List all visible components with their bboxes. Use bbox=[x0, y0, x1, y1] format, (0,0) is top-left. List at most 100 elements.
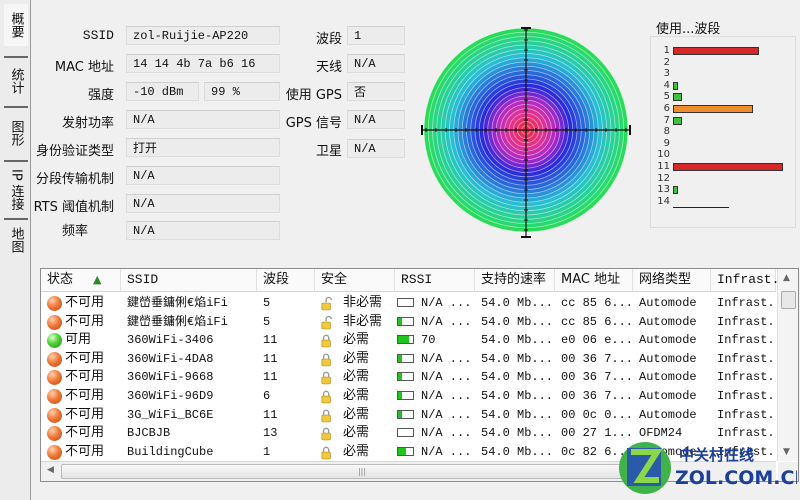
network-type-cell: Automode bbox=[639, 370, 697, 385]
lock-open-icon bbox=[321, 315, 332, 329]
infrastructure-cell: Infrast... bbox=[717, 333, 775, 348]
column-infrastructure[interactable]: Infrast... bbox=[711, 269, 795, 291]
status-unavailable-icon bbox=[47, 351, 62, 367]
signal-radar bbox=[421, 27, 631, 238]
table-row[interactable]: 不可用 鍵嵤垂鏞俐€焰iFi 5 非必需 N/A ... 54.0 Mb... cc 85 … bbox=[41, 294, 776, 313]
watermark-cn-text: 中关村在线 bbox=[679, 446, 754, 464]
lock-closed-icon bbox=[321, 390, 331, 404]
use-gps-label: 使用 GPS bbox=[285, 88, 342, 103]
infrastructure-cell: Infrast... bbox=[717, 296, 775, 310]
channel-field: 1 bbox=[347, 26, 405, 45]
channel-usage-bar bbox=[673, 47, 760, 55]
horizontal-scroll-thumb[interactable]: ||| bbox=[61, 464, 663, 479]
ssid-cell: BuildingCube bbox=[127, 444, 214, 459]
column-network-type[interactable]: 网络类型 bbox=[633, 269, 711, 291]
gps-signal-field: N/A bbox=[347, 110, 405, 129]
mac-label: MAC 地址 bbox=[54, 60, 114, 75]
antenna-label: 天线 bbox=[315, 60, 342, 75]
table-row[interactable]: 不可用 360WiFi-9668 11 必需 N/A ... 54.0 Mb... 00 3… bbox=[41, 368, 776, 387]
security-cell: 必需 bbox=[343, 443, 370, 459]
security-cell: 必需 bbox=[343, 350, 370, 366]
ssid-cell: 3G_WiFi_BC6E bbox=[127, 407, 214, 422]
table-row[interactable]: 可用 360WiFi-3406 11 必需 70 54.0 Mb... e0 06 e...… bbox=[41, 331, 776, 350]
channel-number: 14 bbox=[657, 195, 670, 207]
column-security[interactable]: 安全 bbox=[315, 269, 395, 291]
table-row[interactable]: 不可用 360WiFi-4DA8 11 必需 N/A ... 54.0 Mb... 00 3… bbox=[41, 350, 776, 369]
strength-percent-field: 99 % bbox=[204, 82, 280, 101]
rate-cell: 54.0 Mb... bbox=[481, 426, 553, 441]
tab-ip-connections[interactable]: IP 连接 bbox=[4, 160, 28, 218]
channel-baseline bbox=[673, 206, 729, 208]
signal-strength-icon bbox=[397, 353, 414, 363]
lock-open-icon bbox=[321, 296, 332, 311]
column-mac[interactable]: MAC 地址 bbox=[555, 269, 633, 291]
ssid-cell: 360WiFi-4DA8 bbox=[127, 351, 214, 366]
channel-number: 7 bbox=[663, 114, 670, 126]
tab-map[interactable]: 地图 bbox=[4, 218, 28, 260]
security-cell: 必需 bbox=[343, 406, 370, 422]
infrastructure-cell: Infrast... bbox=[717, 407, 775, 422]
table-row[interactable]: 不可用 3G_WiFi_BC6E 11 必需 N/A ... 54.0 Mb... 00 0… bbox=[41, 406, 776, 425]
signal-strength-icon bbox=[397, 316, 414, 326]
status-text: 不可用 bbox=[65, 388, 105, 403]
mac-cell: 00 36 7... bbox=[561, 389, 631, 403]
frequency-field: N/A bbox=[126, 221, 280, 240]
vertical-scrollbar[interactable]: ▲ ▼ bbox=[777, 269, 798, 461]
channel-cell: 11 bbox=[263, 407, 278, 422]
column-channel[interactable]: 波段 bbox=[257, 269, 315, 291]
ssid-cell: 鍵嵤垂鏞俐€焰iFi bbox=[127, 314, 228, 329]
mac-cell: e0 06 e... bbox=[561, 333, 631, 348]
channel-number: 1 bbox=[663, 45, 670, 56]
mac-cell: 00 0c 0... bbox=[561, 407, 631, 422]
security-cell: 非必需 bbox=[343, 313, 383, 329]
status-text: 不可用 bbox=[65, 369, 105, 385]
column-rate[interactable]: 支持的速率 bbox=[475, 269, 555, 291]
channel-cell: 1 bbox=[263, 444, 271, 459]
signal-strength-icon bbox=[397, 298, 414, 307]
signal-strength-icon bbox=[397, 446, 414, 456]
scroll-left-arrow[interactable]: ◀ bbox=[47, 465, 54, 475]
column-rssi[interactable]: RSSI bbox=[395, 269, 475, 291]
channel-usage-frame bbox=[650, 36, 796, 228]
tx-power-label: 发射功率 bbox=[61, 116, 114, 131]
satellites-field: N/A bbox=[347, 139, 405, 158]
infrastructure-cell: Infrast... bbox=[717, 370, 775, 385]
rate-cell: 54.0 Mb... bbox=[481, 370, 553, 385]
column-status[interactable]: 状态 ▲ bbox=[41, 269, 121, 291]
signal-strength-icon bbox=[397, 409, 414, 419]
security-cell: 必需 bbox=[343, 425, 370, 441]
rate-cell: 54.0 Mb... bbox=[481, 314, 553, 329]
status-text: 不可用 bbox=[65, 295, 105, 310]
channel-number: 9 bbox=[663, 137, 670, 149]
ssid-cell: 360WiFi-9668 bbox=[127, 370, 214, 385]
scroll-thumb[interactable] bbox=[781, 291, 796, 309]
rssi-cell: N/A ... bbox=[421, 407, 472, 422]
channel-cell: 11 bbox=[263, 370, 278, 385]
rts-label: RTS 阈值机制 bbox=[33, 200, 114, 215]
tab-overview[interactable]: 概要 bbox=[4, 4, 28, 46]
channel-cell: 5 bbox=[263, 314, 271, 329]
table-row[interactable]: 不可用 360WiFi-96D9 6 必需 N/A ... 54.0 Mb... 00 36… bbox=[41, 387, 776, 406]
column-ssid[interactable]: SSID bbox=[121, 269, 257, 291]
ssid-cell: 鍵嵤垂鏞俐€焰iFi bbox=[127, 296, 228, 310]
channel-usage-bar bbox=[673, 93, 683, 102]
channel-number: 4 bbox=[663, 79, 670, 91]
status-unavailable-icon bbox=[47, 370, 62, 386]
security-cell: 非必需 bbox=[343, 295, 383, 310]
table-row[interactable]: 不可用 鍵嵤垂鏞俐€焰iFi 5 非必需 N/A ... 54.0 Mb... cc 85 … bbox=[41, 313, 776, 332]
zol-watermark: 中关村在线 ZOL.COM.CN bbox=[619, 442, 797, 494]
rts-field: N/A bbox=[126, 194, 280, 213]
mac-cell: cc 85 6... bbox=[561, 296, 631, 310]
lock-closed-icon bbox=[321, 372, 331, 385]
tab-graph[interactable]: 图形 bbox=[4, 106, 28, 158]
channel-usage-bar bbox=[673, 81, 678, 90]
status-unavailable-icon bbox=[47, 389, 62, 404]
tab-statistics[interactable]: 统计 bbox=[4, 56, 28, 104]
scroll-up-arrow[interactable]: ▲ bbox=[783, 273, 790, 283]
rate-cell: 54.0 Mb... bbox=[481, 407, 553, 422]
channel-cell: 11 bbox=[263, 333, 278, 348]
auth-type-field: 打开 bbox=[126, 138, 280, 157]
rssi-cell: N/A ... bbox=[421, 370, 472, 385]
infrastructure-cell: Infrast... bbox=[717, 351, 775, 366]
rssi-cell: N/A ... bbox=[421, 314, 472, 329]
